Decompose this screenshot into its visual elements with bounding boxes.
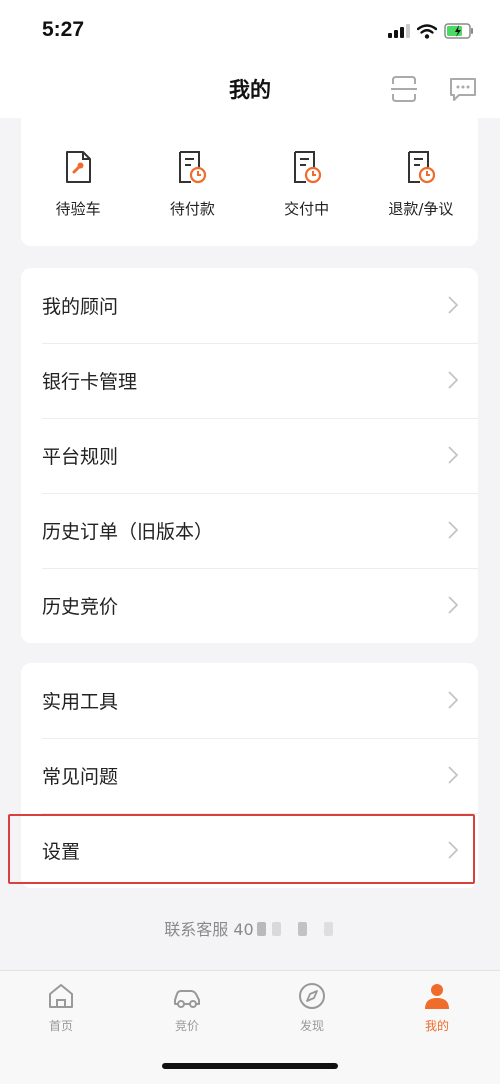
menu-item-platform-rules[interactable]: 平台规则 <box>21 418 478 493</box>
order-status-card: 待验车 待付款 交付中 退款/争议 <box>21 118 478 246</box>
wrench-document-icon <box>66 151 92 183</box>
tab-label: 竞价 <box>174 1019 199 1033</box>
chevron-right-icon <box>448 766 458 784</box>
menu-item-label: 设置 <box>42 841 81 863</box>
menu-item-label: 历史订单（旧版本） <box>42 521 214 543</box>
page-title: 我的 <box>229 78 271 102</box>
tab-bidding[interactable]: 竞价 <box>147 981 227 1034</box>
order-in-delivery[interactable]: 交付中 <box>250 118 364 246</box>
chevron-right-icon <box>448 296 458 314</box>
status-time: 5:27 <box>42 18 85 41</box>
redacted-number <box>297 922 307 936</box>
menu-item-label: 常见问题 <box>42 766 119 788</box>
order-label: 待验车 <box>55 200 101 218</box>
redacted-number <box>323 922 333 936</box>
chevron-right-icon <box>448 596 458 614</box>
clock-document-icon <box>179 151 207 184</box>
home-icon <box>49 984 73 1008</box>
battery-charging-icon <box>444 23 473 39</box>
tab-label: 首页 <box>48 1019 73 1033</box>
menu-item-label: 我的顾问 <box>42 296 119 318</box>
tab-home[interactable]: 首页 <box>21 981 101 1034</box>
tab-mine[interactable]: 我的 <box>397 981 477 1034</box>
menu-item-label: 银行卡管理 <box>42 371 138 393</box>
scan-icon[interactable] <box>389 74 419 104</box>
person-icon <box>425 984 449 1009</box>
menu-item-bank-cards[interactable]: 银行卡管理 <box>21 343 478 418</box>
menu-item-settings[interactable]: 设置 <box>21 813 478 888</box>
chevron-right-icon <box>448 841 458 859</box>
menu-group-tools: 实用工具 常见问题 设置 <box>21 663 478 888</box>
menu-item-label: 实用工具 <box>42 691 119 713</box>
menu-group-account: 我的顾问 银行卡管理 平台规则 历史订单（旧版本） 历史竞价 <box>21 268 478 643</box>
compass-icon <box>299 983 325 1009</box>
wifi-icon <box>417 23 437 39</box>
menu-item-label: 平台规则 <box>42 446 119 468</box>
clock-document-icon <box>407 151 435 184</box>
status-bar: 5:27 <box>0 0 500 62</box>
menu-item-my-advisor[interactable]: 我的顾问 <box>21 268 478 343</box>
menu-item-bid-history[interactable]: 历史竞价 <box>21 568 478 643</box>
tab-label: 我的 <box>424 1019 449 1033</box>
chevron-right-icon <box>448 691 458 709</box>
contact-text: 联系客服 40 <box>164 920 254 939</box>
order-pending-payment[interactable]: 待付款 <box>135 118 249 246</box>
clock-document-icon <box>293 151 321 184</box>
redacted-number <box>256 922 266 936</box>
menu-item-order-history[interactable]: 历史订单（旧版本） <box>21 493 478 568</box>
order-label: 交付中 <box>284 200 330 218</box>
chevron-right-icon <box>448 521 458 539</box>
order-refund-dispute[interactable]: 退款/争议 <box>364 118 478 246</box>
navigation-bar: 我的 <box>0 62 500 118</box>
order-pending-inspection[interactable]: 待验车 <box>21 118 135 246</box>
status-icons <box>388 20 474 42</box>
signal-icon <box>388 24 410 38</box>
message-icon[interactable] <box>448 74 478 104</box>
car-icon <box>174 990 200 1008</box>
redacted-number <box>271 922 281 936</box>
tab-label: 发现 <box>299 1019 324 1033</box>
menu-item-faq[interactable]: 常见问题 <box>21 738 478 813</box>
menu-item-label: 历史竞价 <box>42 596 119 618</box>
order-label: 待付款 <box>169 200 215 218</box>
menu-item-tools[interactable]: 实用工具 <box>21 663 478 738</box>
order-label: 退款/争议 <box>388 200 454 218</box>
chevron-right-icon <box>448 446 458 464</box>
chevron-right-icon <box>448 371 458 389</box>
home-indicator <box>162 1063 338 1069</box>
tab-discover[interactable]: 发现 <box>272 981 352 1034</box>
contact-customer-service[interactable]: 联系客服 40 <box>0 908 500 952</box>
